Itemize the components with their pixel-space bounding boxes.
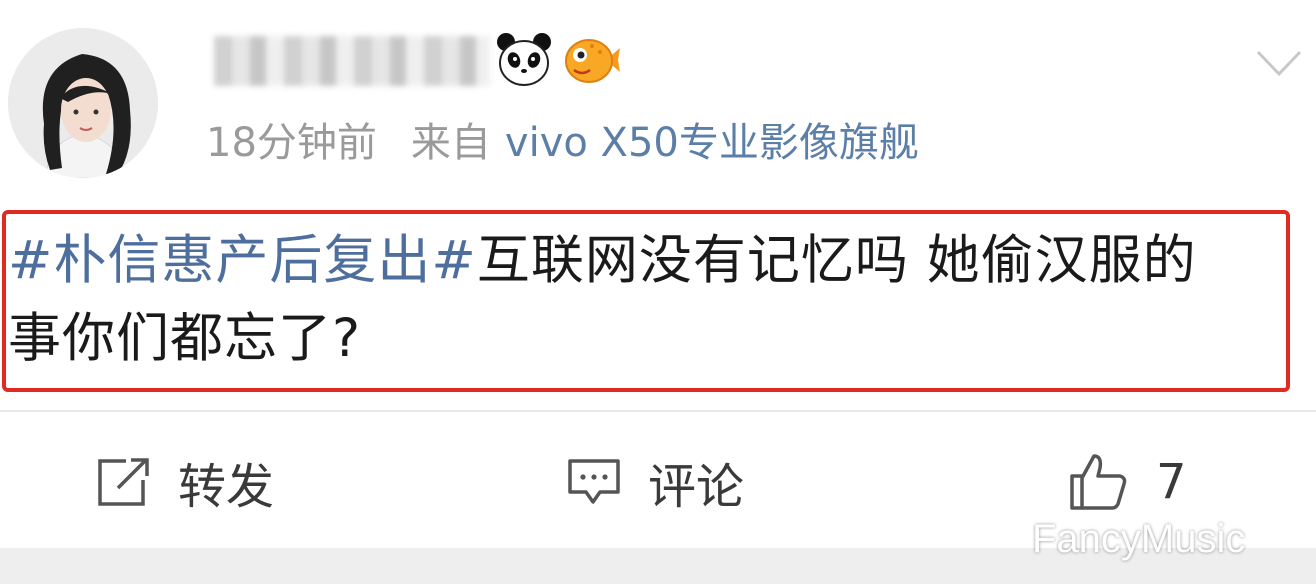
post-time: 18分钟前	[206, 120, 377, 166]
like-button[interactable]: 7	[1068, 452, 1187, 512]
hashtag-link[interactable]: #朴信惠产后复出#	[8, 230, 477, 291]
repost-label: 转发	[178, 459, 275, 515]
username-blurred[interactable]	[214, 36, 490, 86]
post-text-line1: 互联网没有记忆吗 她偷汉服的	[476, 230, 1197, 291]
comment-label: 评论	[648, 459, 745, 515]
thumbs-up-icon	[1070, 454, 1127, 510]
comment-icon	[568, 459, 620, 504]
repost-button[interactable]: 转发	[96, 452, 274, 515]
comment-button[interactable]: 评论	[566, 452, 744, 515]
repost-icon	[98, 458, 149, 506]
chevron-down-icon[interactable]	[1254, 44, 1304, 80]
pufferfish-emoji-icon	[565, 39, 620, 83]
panda-emoji-icon	[497, 33, 551, 86]
post-meta: 18分钟前 来自 vivo X50专业影像旗舰	[206, 118, 919, 168]
source-prefix: 来自	[410, 120, 491, 166]
divider	[0, 410, 1316, 412]
source-device-link[interactable]: vivo X50专业影像旗舰	[505, 120, 919, 166]
avatar[interactable]	[8, 28, 158, 178]
watermark-text: FancyMusic	[1032, 517, 1246, 561]
post-text: #朴信惠产后复出#互联网没有记忆吗 她偷汉服的 事你们都忘了?	[8, 222, 1288, 378]
like-count: 7	[1156, 454, 1187, 510]
post-text-line2: 事你们都忘了?	[8, 308, 362, 369]
